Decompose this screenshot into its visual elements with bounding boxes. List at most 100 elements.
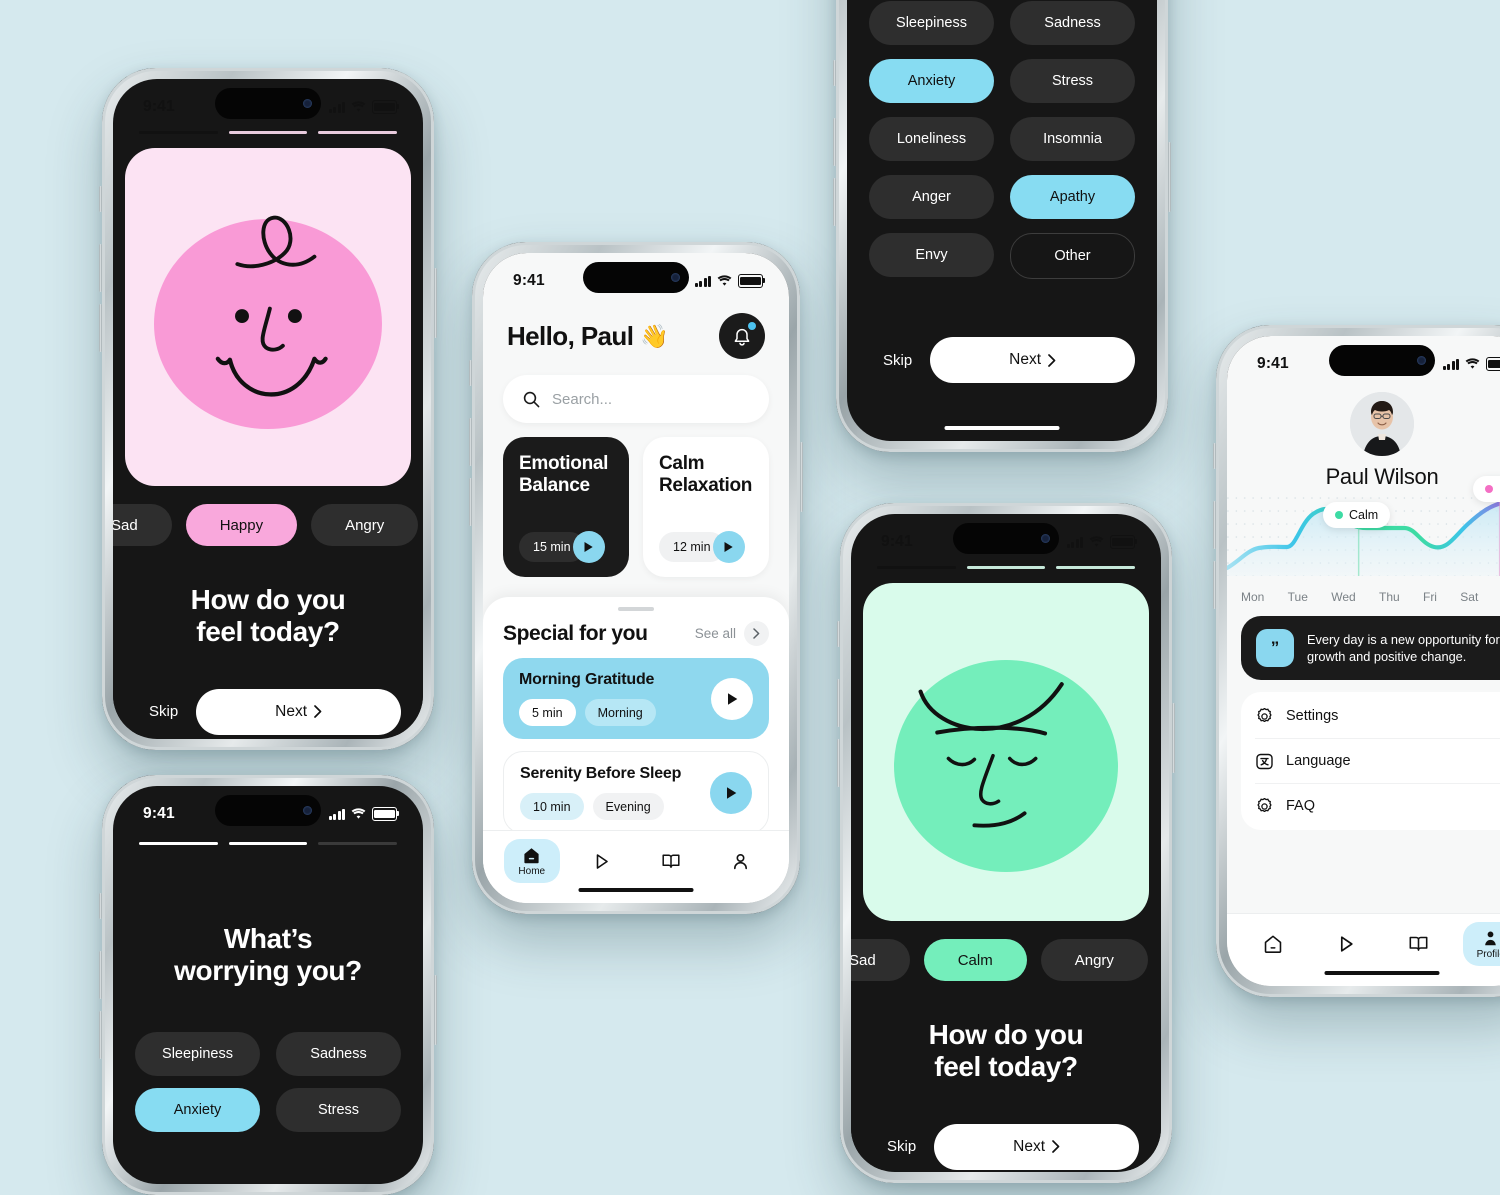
worry-chip-sadness[interactable]: Sadness xyxy=(1010,1,1135,45)
mood-chip-angry[interactable]: Angry xyxy=(311,504,419,546)
settings-menu: Settings Language FAQ xyxy=(1241,692,1500,830)
next-button[interactable]: Next xyxy=(934,1123,1139,1170)
dynamic-island xyxy=(583,262,689,293)
book-icon xyxy=(1409,936,1428,951)
tab-profile[interactable] xyxy=(712,839,768,883)
mood-chip-sad[interactable]: Sad xyxy=(113,504,172,546)
worry-chip-stress[interactable]: Stress xyxy=(1010,59,1135,103)
home-icon xyxy=(524,847,539,863)
skip-button[interactable]: Skip xyxy=(135,703,178,720)
worry-chip-stress[interactable]: Stress xyxy=(276,1087,401,1132)
onboarding-actions: Skip Next xyxy=(113,688,423,735)
play-icon xyxy=(1340,936,1353,952)
worry-chip-sadness[interactable]: Sadness xyxy=(276,1031,401,1076)
play-icon xyxy=(726,786,736,799)
onboarding-progress xyxy=(113,832,423,845)
see-all-button[interactable]: See all xyxy=(695,621,769,646)
calm-face-icon xyxy=(918,682,1064,828)
tab-profile[interactable]: Profile xyxy=(1462,922,1500,966)
legend-dot-calm xyxy=(1335,511,1343,519)
skip-button[interactable]: Skip xyxy=(869,352,912,369)
worry-chip-loneliness[interactable]: Loneliness xyxy=(869,117,994,161)
menu-item-faq[interactable]: FAQ xyxy=(1255,784,1500,828)
tab-library[interactable] xyxy=(643,839,699,883)
mood-selector-body: Sad Calm Angry How do you feel today? Sk… xyxy=(851,921,1161,1170)
home-indicator xyxy=(578,887,694,892)
tab-home[interactable] xyxy=(1245,922,1301,966)
x-tick: Sat xyxy=(1460,590,1479,604)
x-tick: Mon xyxy=(1241,590,1265,604)
x-tick: Tue xyxy=(1287,590,1308,604)
tab-play[interactable] xyxy=(1318,922,1374,966)
session-item-serenity-before-sleep[interactable]: Serenity Before Sleep 10 min Evening xyxy=(503,751,769,834)
worry-chip-insomnia[interactable]: Insomnia xyxy=(1010,117,1135,161)
notification-dot xyxy=(748,322,756,330)
wifi-icon xyxy=(351,101,366,112)
question-title: How do you feel today? xyxy=(928,1019,1084,1083)
worry-chip-anger[interactable]: Anger xyxy=(869,175,994,219)
avatar[interactable] xyxy=(1350,392,1414,456)
session-duration: 5 min xyxy=(519,699,576,726)
worry-chip-envy[interactable]: Envy xyxy=(869,233,994,277)
chart-x-axis: Mon Tue Wed Thu Fri Sat Sun xyxy=(1227,588,1500,604)
menu-item-settings[interactable]: Settings xyxy=(1255,694,1500,739)
card-emotional-balance[interactable]: Emotional Balance 15 min xyxy=(503,437,629,577)
mood-selector-body: Sad Happy Angry How do you feel today? S… xyxy=(113,486,423,735)
wifi-icon xyxy=(717,275,732,286)
search-input[interactable]: Search... xyxy=(503,375,769,423)
mood-chip-row[interactable]: Sad Calm Angry xyxy=(851,939,1148,981)
next-button[interactable]: Next xyxy=(196,688,401,735)
tab-home[interactable]: Home xyxy=(503,839,560,883)
card-calm-relaxation[interactable]: Calm Relaxation 12 min xyxy=(643,437,769,577)
person-icon xyxy=(733,853,747,869)
section-header: Special for you See all xyxy=(483,621,789,646)
play-icon xyxy=(596,853,608,869)
worry-chip-sleepiness[interactable]: Sleepiness xyxy=(135,1031,260,1076)
phone-worry-full: Sleepiness Sadness Anxiety Stress Loneli… xyxy=(833,0,1171,452)
status-time: 9:41 xyxy=(1257,355,1289,372)
notifications-button[interactable] xyxy=(719,313,765,359)
mood-chart: Calm Happy Mon Tue Wed Thu Fri Sat Sun xyxy=(1227,476,1500,606)
home-icon xyxy=(1264,935,1282,953)
worry-chip-other[interactable]: Other xyxy=(1010,233,1135,279)
book-icon xyxy=(662,854,680,868)
next-button[interactable]: Next xyxy=(930,337,1135,383)
language-icon xyxy=(1256,753,1273,769)
battery-icon xyxy=(1110,535,1138,549)
status-time: 9:41 xyxy=(881,533,913,550)
play-button[interactable] xyxy=(712,531,745,563)
worry-chip-apathy[interactable]: Apathy xyxy=(1010,175,1135,219)
menu-label: Language xyxy=(1286,753,1351,769)
screen-profile: 9:41 Paul Wilson Calm Mon Tue Wed Thu Fr… xyxy=(1227,336,1500,986)
mood-chip-happy[interactable]: Happy xyxy=(185,504,298,546)
tab-play[interactable] xyxy=(573,839,629,883)
dynamic-island xyxy=(1329,345,1435,376)
worry-chip-anxiety[interactable]: Anxiety xyxy=(135,1087,260,1132)
x-tick: Fri xyxy=(1422,590,1437,604)
onboarding-actions: Skip Next xyxy=(847,337,1157,383)
worry-chip-anxiety[interactable]: Anxiety xyxy=(869,59,994,103)
menu-item-language[interactable]: Language xyxy=(1255,739,1500,784)
onboarding-actions: Skip Next xyxy=(851,1123,1161,1170)
wifi-icon xyxy=(351,808,366,819)
battery-icon xyxy=(1486,357,1500,371)
mood-chip-angry[interactable]: Angry xyxy=(1040,939,1148,981)
mood-chip-row[interactable]: Sad Happy Angry xyxy=(113,504,419,546)
play-button[interactable] xyxy=(710,771,752,814)
play-button[interactable] xyxy=(711,677,753,720)
chevron-right-icon xyxy=(1052,1140,1060,1154)
tab-library[interactable] xyxy=(1390,922,1446,966)
play-button[interactable] xyxy=(572,531,605,563)
mood-chip-calm[interactable]: Calm xyxy=(923,939,1027,981)
worry-chip-sleepiness[interactable]: Sleepiness xyxy=(869,1,994,45)
onboarding-progress xyxy=(113,125,423,134)
tab-label: Profile xyxy=(1476,948,1500,960)
screen-worry-top: 9:41 What’s worrying you? Sleepiness Sad… xyxy=(113,786,423,1184)
session-item-morning-gratitude[interactable]: Morning Gratitude 5 min Morning xyxy=(503,658,769,739)
session-time-of-day: Evening xyxy=(592,793,664,820)
gear-icon xyxy=(1257,707,1272,722)
featured-cards: Emotional Balance 15 min Calm Relaxation… xyxy=(483,423,789,577)
skip-button[interactable]: Skip xyxy=(873,1138,916,1155)
mood-chip-sad[interactable]: Sad xyxy=(851,939,910,981)
sheet-grabber[interactable] xyxy=(618,607,654,611)
